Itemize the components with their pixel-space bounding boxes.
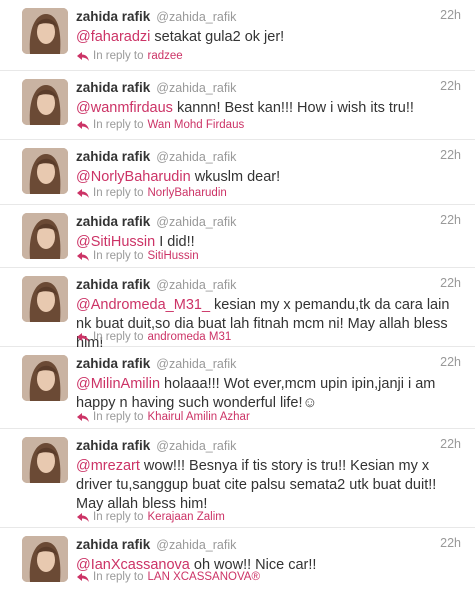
author-name[interactable]: zahida rafik — [76, 537, 150, 552]
reply-label: In reply to — [93, 411, 144, 423]
tweet-body: wkuslm dear! — [190, 169, 281, 185]
tweet-body: I did!! — [155, 234, 195, 250]
reply-label: In reply to — [93, 331, 144, 343]
tweet-item[interactable]: zahida rafik @zahida_rafik 22h @MilinAmil… — [0, 347, 475, 429]
avatar[interactable] — [22, 437, 68, 483]
author-handle[interactable]: @zahida_rafik — [156, 439, 236, 453]
avatar[interactable] — [22, 148, 68, 194]
in-reply-to[interactable]: In reply to radzee — [77, 50, 183, 62]
author-handle[interactable]: @zahida_rafik — [156, 278, 236, 292]
tweet-text: @mrezart wow!!! Besnya if tis story is t… — [76, 457, 451, 514]
in-reply-to[interactable]: In reply to Kerajaan Zalim — [77, 511, 225, 523]
tweet-body: setakat gula2 ok jer! — [150, 29, 285, 45]
reply-target[interactable]: Kerajaan Zalim — [148, 511, 225, 523]
reply-arrow-icon — [77, 512, 89, 522]
reply-arrow-icon — [77, 332, 89, 342]
tweet-text: @Andromeda_M31_ kesian my x pemandu,tk d… — [76, 296, 451, 353]
timestamp[interactable]: 22h — [440, 213, 461, 227]
reply-target[interactable]: LAN XCASSANOVA® — [148, 571, 260, 583]
reply-arrow-icon — [77, 572, 89, 582]
timestamp[interactable]: 22h — [440, 437, 461, 451]
author-name[interactable]: zahida rafik — [76, 149, 150, 164]
tweet-item[interactable]: zahida rafik @zahida_rafik 22h @Andromeda… — [0, 268, 475, 351]
author-handle[interactable]: @zahida_rafik — [156, 10, 236, 24]
author-name[interactable]: zahida rafik — [76, 438, 150, 453]
tweet-item[interactable]: zahida rafik @zahida_rafik 22h @SitiHussi… — [0, 205, 475, 268]
avatar[interactable] — [22, 276, 68, 322]
in-reply-to[interactable]: In reply to LAN XCASSANOVA® — [77, 571, 260, 583]
avatar[interactable] — [22, 8, 68, 54]
reply-label: In reply to — [93, 119, 144, 131]
author-name[interactable]: zahida rafik — [76, 356, 150, 371]
reply-label: In reply to — [93, 571, 144, 583]
timestamp[interactable]: 22h — [440, 536, 461, 550]
timestamp[interactable]: 22h — [440, 276, 461, 290]
in-reply-to[interactable]: In reply to andromeda M31 — [77, 331, 231, 343]
tweet-text: @MilinAmilin holaaa!!! Wot ever,mcm upin… — [76, 375, 451, 413]
author-name[interactable]: zahida rafik — [76, 80, 150, 95]
tweet-text: @faharadzi setakat gula2 ok jer! — [76, 28, 451, 47]
author-name[interactable]: zahida rafik — [76, 277, 150, 292]
in-reply-to[interactable]: In reply to SitiHussin — [77, 250, 199, 262]
reply-arrow-icon — [77, 51, 89, 61]
mention-link[interactable]: @faharadzi — [76, 29, 150, 45]
timestamp[interactable]: 22h — [440, 355, 461, 369]
reply-label: In reply to — [93, 511, 144, 523]
reply-target[interactable]: NorlyBaharudin — [148, 187, 227, 199]
reply-label: In reply to — [93, 187, 144, 199]
avatar[interactable] — [22, 213, 68, 259]
in-reply-to[interactable]: In reply to Khairul Amilin Azhar — [77, 411, 250, 423]
reply-target[interactable]: SitiHussin — [148, 250, 199, 262]
reply-arrow-icon — [77, 120, 89, 130]
author-name[interactable]: zahida rafik — [76, 9, 150, 24]
reply-target[interactable]: Wan Mohd Firdaus — [148, 119, 245, 131]
author-handle[interactable]: @zahida_rafik — [156, 150, 236, 164]
reply-label: In reply to — [93, 250, 144, 262]
tweet-item[interactable]: zahida rafik @zahida_rafik 22h @wanmfirda… — [0, 71, 475, 140]
mention-link[interactable]: @mrezart — [76, 458, 140, 474]
tweet-item[interactable]: zahida rafik @zahida_rafik 22h @NorlyBaha… — [0, 140, 475, 205]
mention-link[interactable]: @wanmfirdaus — [76, 100, 173, 116]
reply-arrow-icon — [77, 188, 89, 198]
tweet-timeline: zahida rafik @zahida_rafik 22h @faharadzi… — [0, 0, 475, 600]
author-handle[interactable]: @zahida_rafik — [156, 81, 236, 95]
in-reply-to[interactable]: In reply to NorlyBaharudin — [77, 187, 227, 199]
tweet-item[interactable]: zahida rafik @zahida_rafik 22h @faharadzi… — [0, 0, 475, 71]
reply-arrow-icon — [77, 251, 89, 261]
author-handle[interactable]: @zahida_rafik — [156, 215, 236, 229]
reply-arrow-icon — [77, 412, 89, 422]
in-reply-to[interactable]: In reply to Wan Mohd Firdaus — [77, 119, 244, 131]
avatar[interactable] — [22, 536, 68, 582]
mention-link[interactable]: @Andromeda_M31_ — [76, 297, 210, 313]
timestamp[interactable]: 22h — [440, 79, 461, 93]
tweet-item[interactable]: zahida rafik @zahida_rafik 22h @IanXcassa… — [0, 528, 475, 600]
tweet-body: kannn! Best kan!!! How i wish its tru!! — [172, 100, 414, 116]
reply-target[interactable]: Khairul Amilin Azhar — [148, 411, 250, 423]
author-name[interactable]: zahida rafik — [76, 214, 150, 229]
tweet-text: @NorlyBaharudin wkuslm dear! — [76, 168, 451, 187]
tweet-text: @wanmfirdaus kannn! Best kan!!! How i wi… — [76, 99, 451, 118]
avatar[interactable] — [22, 79, 68, 125]
timestamp[interactable]: 22h — [440, 8, 461, 22]
tweet-item[interactable]: zahida rafik @zahida_rafik 22h @mrezart w… — [0, 429, 475, 528]
mention-link[interactable]: @NorlyBaharudin — [76, 169, 191, 185]
avatar[interactable] — [22, 355, 68, 401]
author-handle[interactable]: @zahida_rafik — [156, 538, 236, 552]
reply-label: In reply to — [93, 50, 144, 62]
reply-target[interactable]: andromeda M31 — [148, 331, 232, 343]
mention-link[interactable]: @SitiHussin — [76, 234, 155, 250]
timestamp[interactable]: 22h — [440, 148, 461, 162]
reply-target[interactable]: radzee — [148, 50, 183, 62]
author-handle[interactable]: @zahida_rafik — [156, 357, 236, 371]
mention-link[interactable]: @MilinAmilin — [76, 376, 160, 392]
